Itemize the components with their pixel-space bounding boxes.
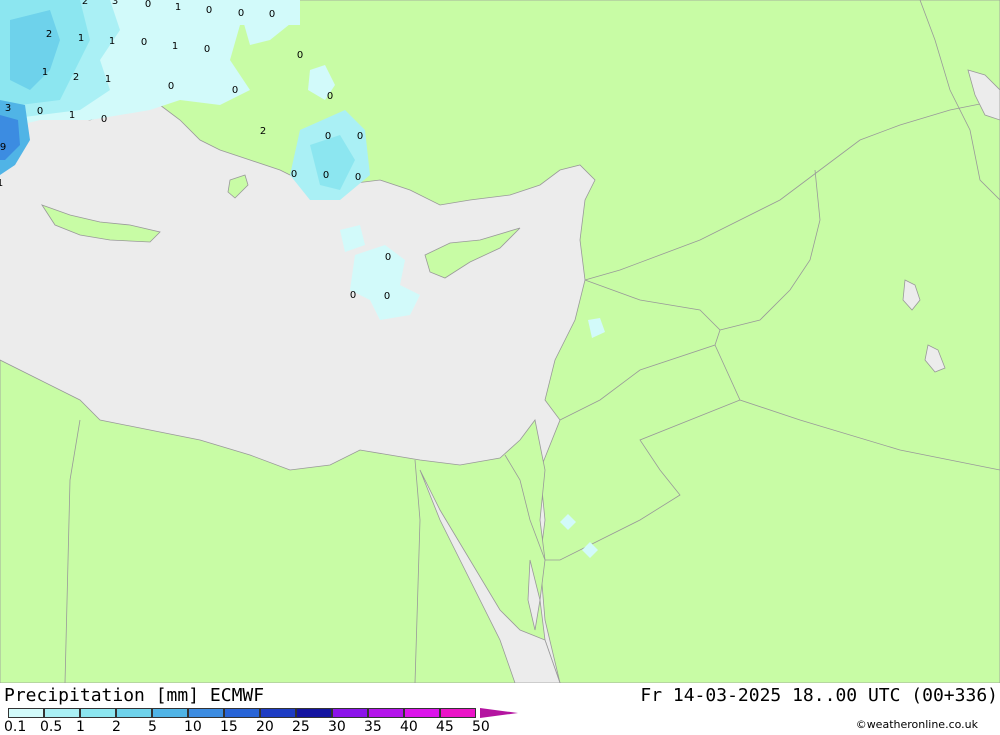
precip-value-label: 3 <box>5 103 11 114</box>
precip-value-label: 1 <box>78 33 84 44</box>
precip-value-label: 0 <box>141 37 147 48</box>
precip-value-label: 0 <box>101 114 107 125</box>
precip-value-label: 0 <box>355 172 361 183</box>
legend-color-cell <box>152 708 188 718</box>
precipitation-map: 2 3 0 1 0 0 0 2 1 1 0 1 0 0 1 2 1 0 3 0 1 0 9 1 0 0 0 0 2 0 0 0 0 0 0 <box>0 0 1000 683</box>
precip-value-label: 1 <box>0 178 3 189</box>
map-title: Precipitation [mm] ECMWF <box>4 685 265 706</box>
precip-value-label: 3 <box>112 0 118 7</box>
precip-value-label: 0 <box>357 131 363 142</box>
precip-value-label: 1 <box>69 110 75 121</box>
precip-value-label: 0 <box>291 169 297 180</box>
precip-value-label: 0 <box>269 9 275 20</box>
precip-value-label: 1 <box>105 74 111 85</box>
precip-value-label: 2 <box>46 29 52 40</box>
precip-value-label: 0 <box>232 85 238 96</box>
legend-color-cell <box>296 708 332 718</box>
precip-value-label: 0 <box>37 106 43 117</box>
precip-value-label: 0 <box>385 252 391 263</box>
credit[interactable]: ©weatheronline.co.uk <box>856 718 978 731</box>
precip-value-label: 0 <box>327 91 333 102</box>
precip-value-label: 2 <box>82 0 88 7</box>
legend-color-cell <box>404 708 440 718</box>
legend-color-cell <box>8 708 44 718</box>
precip-value-label: 2 <box>73 72 79 83</box>
legend-arrow <box>480 708 518 718</box>
precip-value-label: 0 <box>145 0 151 10</box>
precip-value-label: 1 <box>175 2 181 13</box>
legend-color-cell <box>440 708 476 718</box>
precip-value-label: 0 <box>384 291 390 302</box>
legend-color-cell <box>260 708 296 718</box>
precip-value-label: 0 <box>168 81 174 92</box>
precip-value-label: 1 <box>109 36 115 47</box>
legend-color-cell <box>188 708 224 718</box>
precip-value-label: 0 <box>206 5 212 16</box>
legend-color-cell <box>368 708 404 718</box>
precip-value-label: 1 <box>172 41 178 52</box>
precip-value-label: 0 <box>204 44 210 55</box>
precip-value-label: 0 <box>297 50 303 61</box>
precip-value-label: 2 <box>260 126 266 137</box>
precip-value-label: 0 <box>325 131 331 142</box>
precip-value-label: 0 <box>238 8 244 19</box>
map-datetime: Fr 14-03-2025 18..00 UTC (00+336) <box>640 685 998 706</box>
precip-value-label: 0 <box>323 170 329 181</box>
legend-color-cell <box>224 708 260 718</box>
legend-color-cell <box>80 708 116 718</box>
precip-value-label: 1 <box>42 67 48 78</box>
legend-color-cell <box>44 708 80 718</box>
precip-value-label: 9 <box>0 142 6 153</box>
legend-color-cell <box>332 708 368 718</box>
legend-color-cell <box>116 708 152 718</box>
precip-value-label: 0 <box>350 290 356 301</box>
legend-colorbar <box>8 708 476 718</box>
